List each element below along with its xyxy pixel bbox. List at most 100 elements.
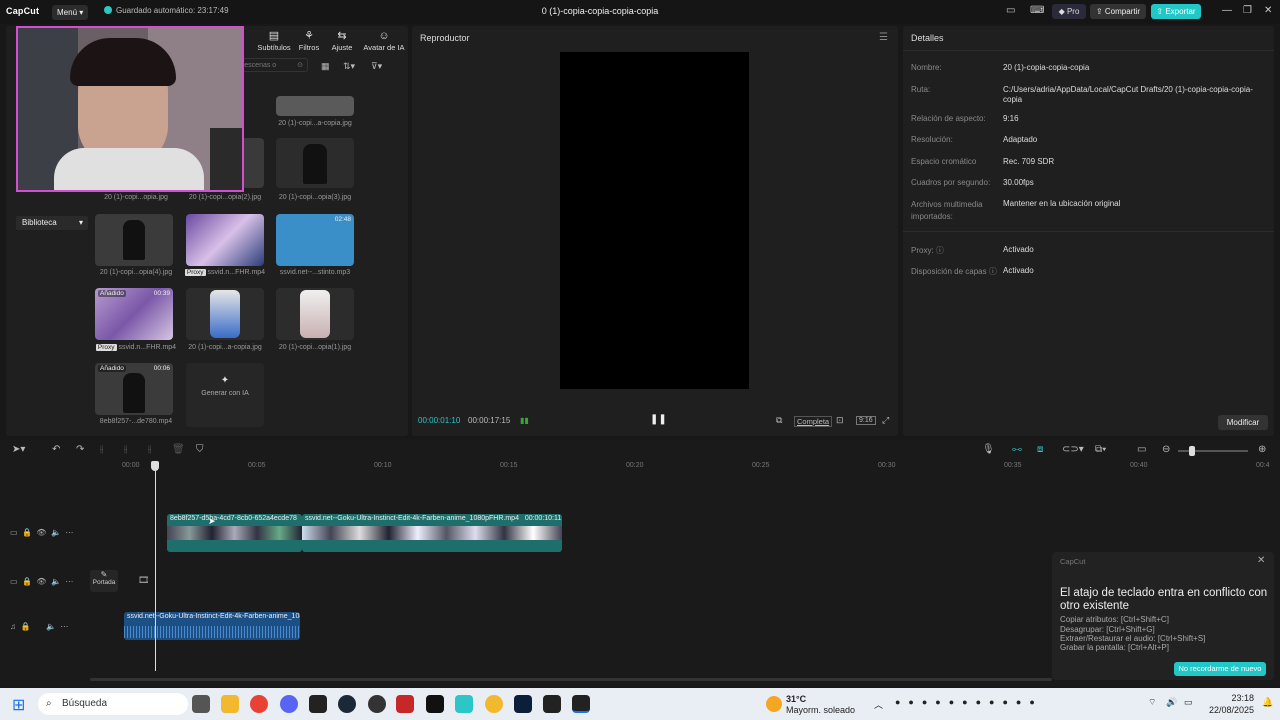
library-dropdown[interactable]: Biblioteca ▾ (16, 216, 88, 230)
video-clip[interactable]: ssvid.net--Goku-Ultra-Instinct-Edit-4k-F… (302, 514, 562, 552)
discord-icon[interactable] (280, 695, 298, 713)
obs-icon[interactable] (368, 695, 386, 713)
video-clip[interactable]: 8eb8f257-d5ba-4cd7-8cb0-652a4ecde78 (167, 514, 302, 552)
select-tool-icon[interactable]: ➤▾ (12, 444, 25, 455)
share-button[interactable]: ⇪ Compartir (1090, 4, 1146, 19)
media-thumb[interactable] (276, 138, 354, 188)
caption-icon[interactable]: ▭ (1137, 444, 1146, 455)
tray-icons[interactable]: ●●●●●●●●●●● (895, 697, 1043, 707)
tab-ai-avatar[interactable]: ☺ Avatar de IA (361, 30, 407, 52)
clock-date[interactable]: 22/08/2025 (1200, 705, 1254, 715)
shield-icon[interactable]: ⛉ (196, 444, 204, 455)
aspect-ratio-button[interactable]: 9:16 (856, 416, 876, 425)
restore-icon[interactable]: ❐ (1243, 5, 1252, 16)
media-thumb[interactable] (186, 288, 264, 340)
sparkle-icon: ✦ (220, 375, 230, 386)
menu-button[interactable]: Menú ▾ (52, 5, 88, 20)
focus-icon[interactable]: ⊡ (836, 415, 844, 426)
video-preview[interactable] (560, 52, 749, 389)
split-left-icon[interactable]: ⫲ (124, 444, 127, 455)
playhead[interactable] (155, 465, 156, 671)
modify-button[interactable]: Modificar (1218, 415, 1268, 430)
clock-time[interactable]: 23:18 (1210, 693, 1254, 703)
player-panel: Reproductor ☰ 00:00:01:10 00:00:17:15 ▮▮… (412, 26, 898, 436)
mic-icon[interactable]: 🎙 (982, 444, 995, 455)
view-grid-icon[interactable]: ▦ (321, 61, 330, 72)
export-button[interactable]: ⇧ Exportar (1151, 4, 1201, 19)
chevron-up-icon[interactable]: ︿ (874, 698, 883, 711)
weather-desc: Mayorm. soleado (786, 705, 856, 715)
generate-ai-button[interactable]: ✦ Generar con IA (186, 363, 264, 427)
zoom-out-icon[interactable]: ⊖ (1162, 444, 1170, 455)
battery-icon[interactable]: ▭ (1184, 697, 1193, 708)
capcut-icon[interactable] (543, 695, 561, 713)
info-icon: ⓘ (935, 246, 944, 255)
app-t-icon[interactable] (396, 695, 414, 713)
detail-value: 9:16 (1003, 114, 1019, 123)
tiktok-icon[interactable] (426, 695, 444, 713)
windows-start-icon[interactable]: ⊞ (12, 695, 25, 715)
coin-app-icon[interactable] (485, 695, 503, 713)
media-thumb[interactable]: Añadido 00:06 (95, 363, 173, 415)
shortcuts-icon[interactable]: ⌨ (1030, 5, 1044, 16)
media-thumb[interactable]: Añadido 00:39 (95, 288, 173, 340)
close-icon[interactable]: ✕ (1257, 555, 1265, 566)
pause-icon[interactable]: ❚❚ (650, 414, 667, 425)
toast-line: Extraer/Restaurar el audio: [Ctrl+Shift+… (1060, 634, 1206, 643)
redo-icon[interactable]: ↷ (76, 444, 84, 455)
close-icon[interactable]: ✕ (1264, 5, 1272, 16)
cover-button[interactable]: ✎ Portada (90, 570, 118, 592)
track-controls[interactable]: ▭ 🔒 👁 🔈 ⋯ (10, 577, 73, 586)
player-menu-icon[interactable]: ☰ (879, 32, 888, 43)
pro-button[interactable]: ◆ Pro (1052, 4, 1086, 19)
zoom-slider-handle[interactable] (1189, 446, 1195, 456)
steam-icon[interactable] (338, 695, 356, 713)
delete-icon[interactable]: 🗑 (172, 444, 185, 455)
photoshop-icon[interactable] (514, 695, 532, 713)
media-thumb[interactable] (186, 214, 264, 266)
split-icon[interactable]: ⫲ (100, 444, 103, 455)
volume-icon[interactable]: 🔊 (1166, 697, 1177, 708)
layout-icon[interactable]: ▭ (1006, 5, 1015, 16)
current-time: 00:00:01:10 (418, 416, 461, 425)
wifi-icon[interactable]: ⌔ (1148, 697, 1156, 708)
preview-axis-icon[interactable]: ⧉▾ (1095, 444, 1106, 455)
fullscreen-icon[interactable]: ⤢ (882, 415, 889, 426)
capcut-active-icon[interactable] (572, 695, 590, 713)
dont-remind-button[interactable]: No recordarme de nuevo (1174, 662, 1266, 676)
media-thumb[interactable] (276, 288, 354, 340)
task-view-icon[interactable] (192, 695, 210, 713)
tab-subtitles[interactable]: ▤ Subtítulos (254, 30, 294, 52)
notification-icon[interactable]: 🔔 (1262, 697, 1273, 708)
undo-icon[interactable]: ↶ (52, 444, 60, 455)
taskbar-search[interactable]: ⌕ Búsqueda (38, 693, 188, 715)
ruler-label: 00:15 (500, 462, 518, 469)
file-explorer-icon[interactable] (221, 695, 239, 713)
chain-icon[interactable]: ⊂⊃▾ (1062, 444, 1084, 455)
weather-icon[interactable] (766, 696, 782, 712)
zoom-in-icon[interactable]: ⊕ (1258, 444, 1266, 455)
media-thumb[interactable]: 02:48 (276, 214, 354, 266)
crop-icon[interactable]: ⧉ (776, 415, 782, 426)
audio-clip[interactable]: ssvid.net--Goku-Ultra-Instinct-Edit-4k-F… (124, 612, 300, 640)
minimize-icon[interactable]: — (1222, 5, 1232, 16)
magnet-icon[interactable]: ⧈ (1037, 444, 1043, 455)
track-controls[interactable]: ♫ 🔒 🔈 ⋯ (10, 622, 68, 631)
quality-select[interactable]: Completa (794, 416, 833, 427)
media-thumb[interactable] (95, 214, 173, 266)
link-icon[interactable]: ⧟ (1012, 444, 1022, 455)
detail-label: Proxy: ⓘ (911, 246, 944, 255)
shortcut-conflict-toast: CapCut ✕ El atajo de teclado entra en co… (1052, 552, 1274, 680)
timeline-scrollbar[interactable] (90, 678, 1052, 681)
track-controls[interactable]: ▭ 🔒 👁 🔈 ⋯ (10, 528, 73, 537)
sort-icon[interactable]: ⇅▾ (343, 61, 355, 72)
tab-adjust[interactable]: ⇆ Ajuste (322, 30, 362, 52)
epic-games-icon[interactable] (309, 695, 327, 713)
filter-icon[interactable]: ⊽▾ (371, 61, 382, 72)
split-right-icon[interactable]: ⫲ (148, 444, 151, 455)
detail-value: Adaptado (1003, 135, 1038, 144)
capcut-alt-icon[interactable] (455, 695, 473, 713)
detail-label: Cuadros por segundo: (911, 178, 991, 187)
media-thumb[interactable] (276, 96, 354, 116)
chrome-icon[interactable] (250, 695, 268, 713)
